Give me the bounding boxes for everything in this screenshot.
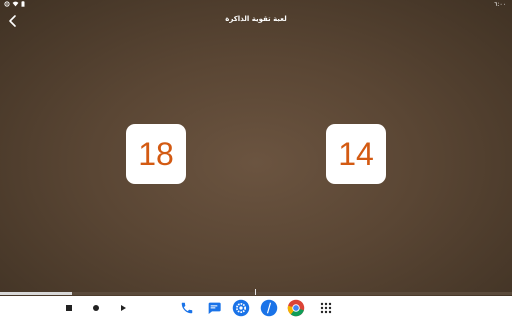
progress-bar [0,292,512,295]
battery-icon [21,1,25,7]
app-drawer-icon [320,302,332,314]
card-number: 18 [138,135,174,172]
info-app[interactable] [260,299,278,317]
settings-app[interactable] [232,299,250,317]
card-number: 14 [338,135,374,172]
messages-app[interactable] [205,299,223,317]
phone-app[interactable] [178,299,196,317]
navigation-bar [0,296,512,320]
number-card-right[interactable]: 14 [326,124,386,184]
status-icons [4,1,25,7]
status-bar: ٦:٠٠ [0,0,512,10]
wifi-icon [12,1,19,7]
app-drawer-button[interactable] [317,299,335,317]
status-time: ٦:٠٠ [494,1,506,8]
chrome-icon [287,299,305,317]
play-button[interactable] [116,301,130,315]
app-screen: ٦:٠٠ لعبة تقوية الذاكرة 18 14 [0,0,512,296]
play-icon [121,305,126,311]
stop-button[interactable] [62,301,76,315]
page-title: لعبة تقوية الذاكرة [225,15,287,23]
number-card-left[interactable]: 18 [126,124,186,184]
messages-icon [208,302,221,314]
settings-icon [232,299,250,317]
progress-marker [255,289,256,295]
settings-icon [4,1,10,7]
record-icon [93,305,99,311]
info-icon [260,299,278,317]
record-button[interactable] [89,301,103,315]
phone-icon [181,302,193,314]
progress-fill [0,292,72,295]
stop-icon [66,305,72,311]
chrome-app[interactable] [287,299,305,317]
